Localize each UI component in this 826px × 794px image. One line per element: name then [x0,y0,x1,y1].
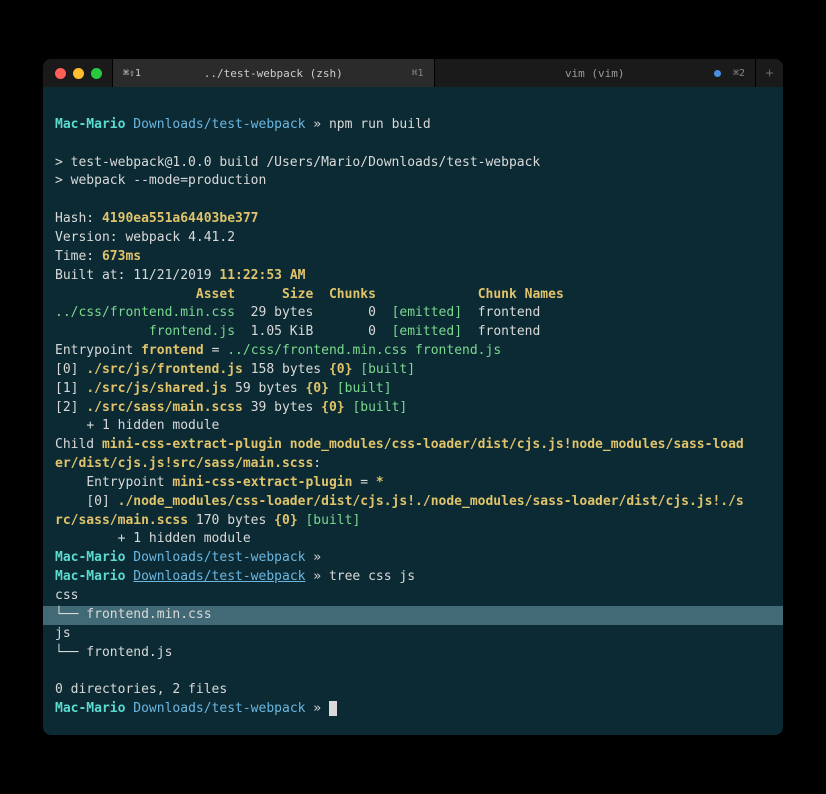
prompt-sep: » [313,701,321,716]
module-tag: [built] [337,381,392,396]
entry-label: Entrypoint [55,343,133,358]
add-tab-button[interactable]: + [755,59,783,87]
stat-value: webpack 4.41.2 [125,230,235,245]
asset-chunkname: frontend [478,305,541,320]
asset-name: frontend.js [149,324,235,339]
module-chunk: {0} [274,513,297,528]
tree-file: └── frontend.min.css [55,607,212,622]
module-tag: [built] [305,513,360,528]
child-name: mini-css-extract-plugin node_modules/css… [102,437,744,452]
tree-summary: 0 directories, 2 files [55,682,227,697]
zoom-icon[interactable] [91,68,102,79]
tab-shortcut: ⌘2 [733,68,745,79]
col-chunks: Chunks [329,287,376,302]
prompt-path: Downloads/test-webpack [133,569,305,584]
module-size: 59 bytes [235,381,298,396]
stat-value: 673ms [102,249,141,264]
tab-terminal[interactable]: ⌘⇧1 ../test-webpack (zsh) ⌘1 [112,59,434,87]
entry-name: frontend [141,343,204,358]
titlebar: ⌘⇧1 ../test-webpack (zsh) ⌘1 vim (vim) ⌘… [43,59,783,87]
module-tag: [built] [352,400,407,415]
activity-dot-icon [714,70,721,77]
entry-eq: = [360,475,368,490]
tab-shortcut: ⌘1 [411,68,423,79]
module-path: ./src/js/shared.js [86,381,227,396]
asset-name: ../css/frontend.min.css [55,305,235,320]
entry-eq: = [212,343,220,358]
col-asset: Asset [196,287,235,302]
command-text: npm run build [329,117,431,132]
output-line: > webpack --mode=production [55,173,266,188]
minimize-icon[interactable] [73,68,84,79]
output-line: > test-webpack@1.0.0 build /Users/Mario/… [55,155,540,170]
tree-dir: js [55,626,71,641]
tree-file: └── frontend.js [55,645,172,660]
module-size: 39 bytes [251,400,314,415]
tab-title: vim (vim) [565,67,625,80]
stat-label: Time: [55,249,94,264]
stat-value: 4190ea551a64403be377 [102,211,259,226]
stat-label: Version: [55,230,118,245]
module-path: ./node_modules/css-loader/dist/cjs.js!./… [118,494,744,509]
cursor-icon [329,701,337,716]
module-idx: [2] [55,400,78,415]
command-text: tree css js [329,569,415,584]
prompt-path: Downloads/test-webpack [133,701,305,716]
child-name-cont: er/dist/cjs.js!src/sass/main.scss [55,456,313,471]
entry-label: Entrypoint [86,475,164,490]
module-path-cont: rc/sass/main.scss [55,513,188,528]
close-icon[interactable] [55,68,66,79]
stat-label: Built at: [55,268,125,283]
prompt-host: Mac-Mario [55,550,125,565]
module-idx: [0] [86,494,109,509]
module-chunk: {0} [305,381,328,396]
asset-chunk: 0 [368,324,376,339]
prompt-sep: » [313,569,321,584]
terminal-window: ⌘⇧1 ../test-webpack (zsh) ⌘1 vim (vim) ⌘… [43,59,783,735]
asset-chunk: 0 [368,305,376,320]
module-path: ./src/sass/main.scss [86,400,243,415]
col-chunknames: Chunk Names [478,287,564,302]
asset-size: 1.05 KiB [251,324,314,339]
hidden-module: + 1 hidden module [86,418,219,433]
prompt-host: Mac-Mario [55,701,125,716]
asset-emitted: [emitted] [392,305,462,320]
module-idx: [1] [55,381,78,396]
entry-files: ../css/frontend.min.css frontend.js [227,343,501,358]
hidden-module: + 1 hidden module [118,531,251,546]
entry-star: * [376,475,384,490]
child-colon: : [313,456,321,471]
module-path: ./src/js/frontend.js [86,362,243,377]
asset-chunkname: frontend [478,324,541,339]
tab-title: ../test-webpack (zsh) [204,67,343,80]
tab-vim[interactable]: vim (vim) ⌘2 [434,59,756,87]
stat-date: 11/21/2019 [133,268,219,283]
module-tag: [built] [360,362,415,377]
prompt-sep: » [313,117,321,132]
asset-size: 29 bytes [251,305,314,320]
module-size: 158 bytes [251,362,321,377]
module-chunk: {0} [329,362,352,377]
child-label: Child [55,437,94,452]
module-size: 170 bytes [196,513,266,528]
asset-emitted: [emitted] [392,324,462,339]
prompt-host: Mac-Mario [55,569,125,584]
col-size: Size [282,287,313,302]
terminal-output[interactable]: Mac-Mario Downloads/test-webpack » npm r… [43,87,783,735]
tab-prefix: ⌘⇧1 [123,68,141,79]
prompt-path: Downloads/test-webpack [133,117,305,132]
prompt-path: Downloads/test-webpack [133,550,305,565]
module-idx: [0] [55,362,78,377]
selected-row: └── frontend.min.css [43,606,783,625]
entry-name: mini-css-extract-plugin [172,475,352,490]
tab-bar: ⌘⇧1 ../test-webpack (zsh) ⌘1 vim (vim) ⌘… [112,59,783,87]
tree-dir: css [55,588,78,603]
prompt-sep: » [313,550,321,565]
module-chunk: {0} [321,400,344,415]
stat-label: Hash: [55,211,94,226]
traffic-lights [43,68,102,79]
plus-icon: + [766,66,774,81]
prompt-host: Mac-Mario [55,117,125,132]
stat-time: 11:22:53 AM [219,268,305,283]
